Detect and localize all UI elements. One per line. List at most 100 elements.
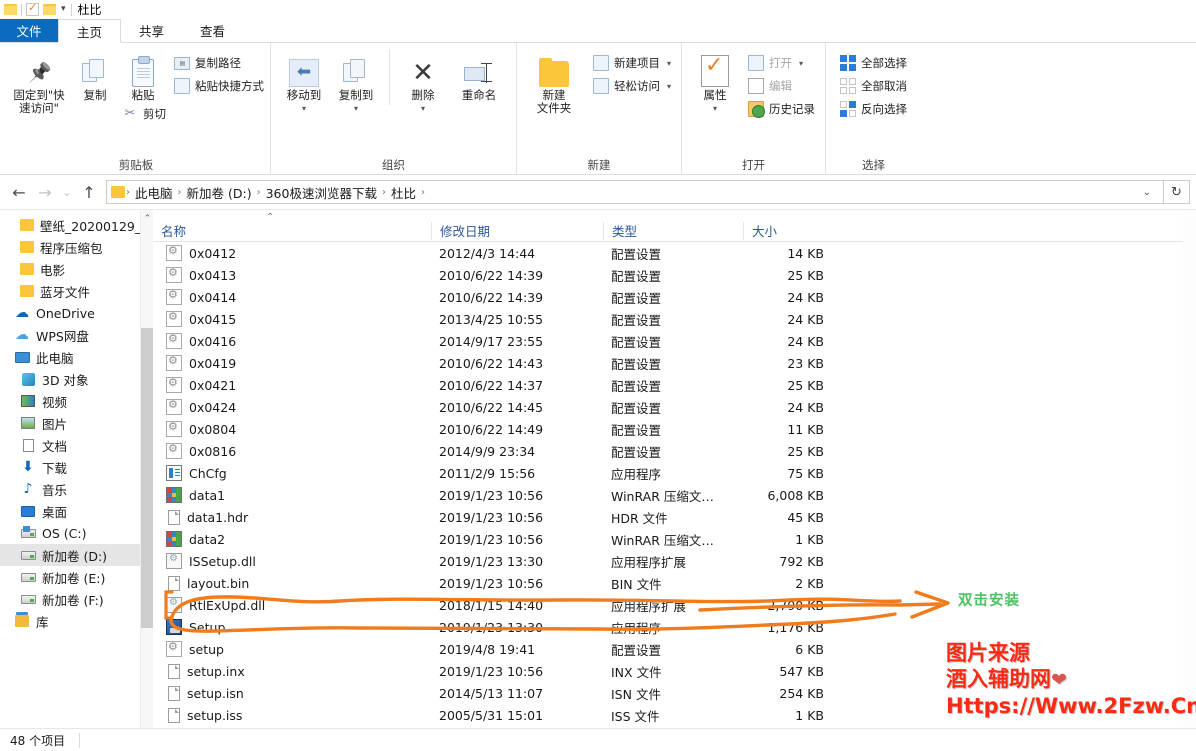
select-all-button[interactable]: 全部选择 (840, 53, 907, 73)
breadcrumb-item-dolby[interactable]: 杜比 (387, 183, 420, 202)
chevron-down-icon[interactable]: ▾ (60, 5, 67, 14)
breadcrumb[interactable]: › 此电脑 › 新加卷 (D:) › 360极速浏览器下载 › 杜比 › ⌄ (106, 180, 1164, 204)
file-row[interactable]: data2 2019/1/23 10:56 WinRAR 压缩文… 1 KB (153, 528, 1196, 550)
pin-to-quick-access-button[interactable]: 固定到"快 速访问" (8, 49, 70, 115)
file-row[interactable]: data1.hdr 2019/1/23 10:56 HDR 文件 45 KB (153, 506, 1196, 528)
file-name-cell[interactable]: setup.iss (153, 707, 431, 723)
file-row[interactable]: 0x0424 2010/6/22 14:45 配置设置 24 KB (153, 396, 1196, 418)
file-name-cell[interactable]: setup.isn (153, 685, 431, 701)
copy-path-button[interactable]: ▤ 复制路径 (174, 53, 264, 73)
properties-button[interactable]: 属性 ▾ (692, 49, 738, 113)
file-name-cell[interactable]: setup.inx (153, 663, 431, 679)
file-name-cell[interactable]: 0x0415 (153, 310, 431, 327)
tab-view[interactable]: 查看 (182, 19, 244, 42)
file-name-cell[interactable]: 0x0412 (153, 244, 431, 261)
nav-item[interactable]: ♪ 音乐 (0, 478, 153, 500)
paste-shortcut-button[interactable]: 粘贴快捷方式 (174, 76, 264, 96)
nav-item[interactable]: 蓝牙文件 (0, 280, 153, 302)
nav-item[interactable]: 图片 (0, 412, 153, 434)
new-folder-icon[interactable] (43, 4, 56, 15)
delete-button[interactable]: ✕ 删除 ▾ (400, 49, 446, 113)
breadcrumb-item-downloads[interactable]: 360极速浏览器下载 (262, 183, 381, 202)
new-item-button[interactable]: 新建项目 ▾ (593, 53, 671, 73)
chevron-down-icon[interactable]: ▾ (667, 82, 671, 91)
breadcrumb-item-drive-d[interactable]: 新加卷 (D:) (183, 183, 256, 202)
file-row[interactable]: RtlExUpd.dll 2018/1/15 14:40 应用程序扩展 2,790 K… (153, 594, 1196, 616)
file-name-cell[interactable]: 0x0424 (153, 398, 431, 415)
tab-home[interactable]: 主页 (58, 19, 122, 43)
chevron-down-icon[interactable]: ▾ (421, 104, 425, 113)
file-name-cell[interactable]: RtlExUpd.dll (153, 597, 431, 613)
easy-access-button[interactable]: 轻松访问 ▾ (593, 76, 671, 96)
open-button[interactable]: 打开 ▾ (748, 53, 815, 73)
file-name-cell[interactable]: 0x0419 (153, 354, 431, 371)
nav-item[interactable]: ⬇ 下载 (0, 456, 153, 478)
nav-item[interactable]: ☁ WPS网盘 (0, 324, 153, 346)
nav-item[interactable]: ☁ OneDrive (0, 302, 153, 324)
file-name-cell[interactable]: layout.bin (153, 575, 431, 591)
invert-selection-button[interactable]: 反向选择 (840, 99, 907, 119)
scrollbar-thumb[interactable] (141, 328, 153, 628)
file-row[interactable]: ChCfg 2011/2/9 15:56 应用程序 75 KB (153, 462, 1196, 484)
nav-item[interactable]: 壁纸_20200129_ (0, 214, 153, 236)
recent-locations-button[interactable]: ⌄ (58, 179, 76, 205)
file-name-cell[interactable]: 0x0421 (153, 376, 431, 393)
chevron-down-icon[interactable]: ▾ (354, 104, 358, 113)
file-row[interactable]: 0x0413 2010/6/22 14:39 配置设置 25 KB (153, 264, 1196, 286)
nav-item[interactable]: 3D 对象 (0, 368, 153, 390)
new-folder-button[interactable]: 新建 文件夹 (527, 49, 581, 115)
file-name-cell[interactable]: data2 (153, 531, 431, 547)
column-header-name[interactable]: 名称 (153, 222, 431, 240)
file-name-cell[interactable]: 0x0416 (153, 332, 431, 349)
nav-item[interactable]: 视频 (0, 390, 153, 412)
file-name-cell[interactable]: ChCfg (153, 465, 431, 481)
sort-ascending-icon[interactable]: ⌃ (266, 212, 274, 223)
copy-to-button[interactable]: 复制到 ▾ (333, 49, 379, 113)
file-row[interactable]: 0x0414 2010/6/22 14:39 配置设置 24 KB (153, 286, 1196, 308)
history-button[interactable]: 历史记录 (748, 99, 815, 119)
properties-check-icon[interactable] (26, 1, 39, 16)
file-row[interactable]: layout.bin 2019/1/23 10:56 BIN 文件 2 KB (153, 572, 1196, 594)
nav-item[interactable]: 新加卷 (F:) (0, 588, 153, 610)
forward-button[interactable]: → (32, 179, 58, 205)
folder-icon[interactable] (4, 4, 17, 15)
nav-item[interactable]: 电影 (0, 258, 153, 280)
chevron-down-icon[interactable]: ⌄ (1133, 187, 1161, 198)
nav-item[interactable]: 桌面 (0, 500, 153, 522)
nav-item[interactable]: 文档 (0, 434, 153, 456)
nav-item[interactable]: OS (C:) (0, 522, 153, 544)
column-header-type[interactable]: 类型 (603, 221, 743, 240)
file-row[interactable]: ISSetup.dll 2019/1/23 13:30 应用程序扩展 792 KB (153, 550, 1196, 572)
tab-file[interactable]: 文件 (0, 19, 58, 42)
tab-share[interactable]: 共享 (121, 19, 183, 42)
file-name-cell[interactable]: 0x0816 (153, 442, 431, 459)
scroll-up-icon[interactable]: ⌃ (141, 210, 153, 227)
chevron-down-icon[interactable]: ▾ (799, 59, 803, 68)
nav-item[interactable]: 库 (0, 610, 153, 632)
column-header-date[interactable]: 修改日期 (431, 221, 603, 240)
column-header-size[interactable]: 大小 (743, 221, 828, 240)
file-row[interactable]: 0x0416 2014/9/17 23:55 配置设置 24 KB (153, 330, 1196, 352)
file-name-cell[interactable]: data1 (153, 487, 431, 503)
copy-button[interactable]: 复制 (72, 49, 118, 102)
file-name-cell[interactable]: ISSetup.dll (153, 553, 431, 569)
file-name-cell[interactable]: 0x0414 (153, 288, 431, 305)
breadcrumb-item-this-pc[interactable]: 此电脑 (131, 183, 177, 202)
file-row[interactable]: data1 2019/1/23 10:56 WinRAR 压缩文… 6,008 KB (153, 484, 1196, 506)
nav-item[interactable]: 程序压缩包 (0, 236, 153, 258)
file-name-cell[interactable]: data1.hdr (153, 509, 431, 525)
file-name-cell[interactable]: 0x0804 (153, 420, 431, 437)
file-name-cell[interactable]: 0x0413 (153, 266, 431, 283)
chevron-down-icon[interactable]: ▾ (713, 104, 717, 113)
chevron-down-icon[interactable]: ▾ (302, 104, 306, 113)
rename-button[interactable]: 重命名 (452, 49, 506, 102)
file-row[interactable]: 0x0421 2010/6/22 14:37 配置设置 25 KB (153, 374, 1196, 396)
file-row[interactable]: 0x0412 2012/4/3 14:44 配置设置 14 KB (153, 242, 1196, 264)
nav-item[interactable]: 新加卷 (D:) (0, 544, 153, 566)
move-to-button[interactable]: ⬅ 移动到 ▾ (281, 49, 327, 113)
navigation-scrollbar[interactable]: ⌃ ⌄ (140, 210, 153, 751)
paste-button[interactable]: 粘贴 ✂ 剪切 (120, 49, 166, 124)
nav-item[interactable]: 新加卷 (E:) (0, 566, 153, 588)
file-row[interactable]: 0x0419 2010/6/22 14:43 配置设置 23 KB (153, 352, 1196, 374)
file-row[interactable]: 0x0415 2013/4/25 10:55 配置设置 24 KB (153, 308, 1196, 330)
